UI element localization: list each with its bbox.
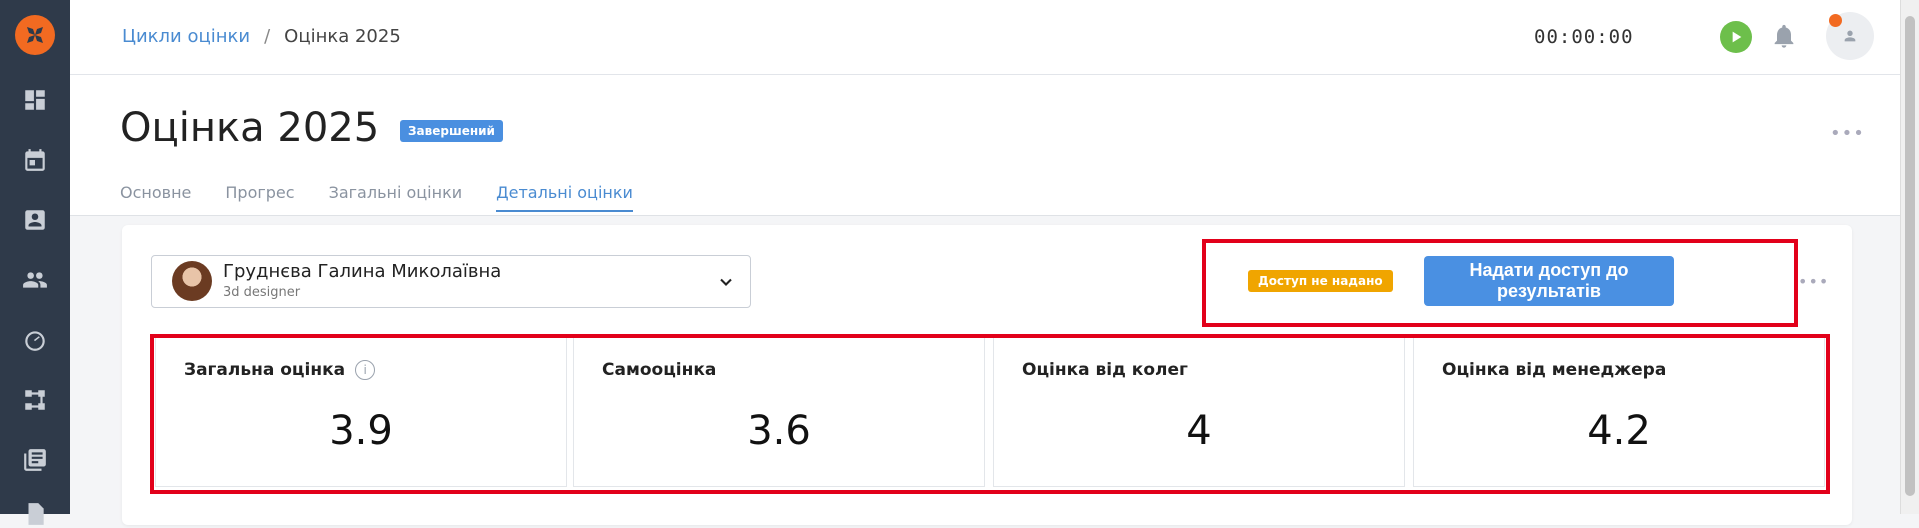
employee-avatar <box>172 261 212 301</box>
tab-basic[interactable]: Основне <box>120 183 191 212</box>
score-value: 3.6 <box>747 408 811 454</box>
status-badge: Завершений <box>400 120 503 142</box>
document-icon[interactable] <box>21 500 49 528</box>
gauge-icon[interactable] <box>21 326 49 354</box>
dashboard-icon[interactable] <box>21 86 49 114</box>
time-tracker: 00:00:00 <box>1534 26 1634 48</box>
people-icon[interactable] <box>21 266 49 294</box>
notifications-button[interactable] <box>1770 22 1798 50</box>
score-value: 3.9 <box>329 408 393 454</box>
score-label-text: Загальна оцінка <box>184 360 346 380</box>
tab-detailed-scores[interactable]: Детальні оцінки <box>496 183 633 212</box>
notification-dot <box>1829 14 1842 27</box>
score-peers: Оцінка від колег 4 <box>993 337 1405 487</box>
app-logo[interactable] <box>15 15 55 55</box>
breadcrumb: Цикли оцінки / Оцінка 2025 <box>122 26 401 47</box>
card-more-options-icon[interactable]: ••• <box>1798 272 1829 291</box>
tab-progress[interactable]: Прогрес <box>225 183 294 212</box>
employee-name: Груднєва Галина Миколаївна <box>223 261 502 282</box>
scrollbar[interactable] <box>1900 0 1919 514</box>
library-icon[interactable] <box>21 446 49 474</box>
chevron-down-icon <box>720 278 732 286</box>
page-title: Оцінка 2025 <box>120 105 380 151</box>
workflow-icon[interactable] <box>21 386 49 414</box>
scrollbar-thumb[interactable] <box>1905 16 1915 496</box>
score-self: Самооцінка 3.6 <box>573 337 985 487</box>
play-icon <box>1732 31 1742 43</box>
access-status-badge: Доступ не надано <box>1248 270 1393 292</box>
sidebar <box>0 0 70 525</box>
grant-access-button[interactable]: Надати доступ до результатів <box>1424 256 1674 306</box>
breadcrumb-separator: / <box>264 26 271 47</box>
score-manager: Оцінка від менеджера 4.2 <box>1413 337 1825 487</box>
score-label: Оцінка від менеджера <box>1442 360 1667 380</box>
score-label: Оцінка від колег <box>1022 360 1188 380</box>
score-label: Загальна оцінка i <box>184 360 376 380</box>
score-label: Самооцінка <box>602 360 717 380</box>
calendar-icon[interactable] <box>21 146 49 174</box>
breadcrumb-link[interactable]: Цикли оцінки <box>122 26 250 47</box>
tab-bar: Основне Прогрес Загальні оцінки Детальні… <box>120 183 633 212</box>
tab-overall-scores[interactable]: Загальні оцінки <box>329 183 463 212</box>
score-value: 4 <box>1186 408 1212 454</box>
employee-role: 3d designer <box>223 285 301 300</box>
more-options-icon[interactable]: ••• <box>1830 123 1865 144</box>
start-timer-button[interactable] <box>1720 21 1752 53</box>
employee-select[interactable]: Груднєва Галина Миколаївна 3d designer <box>151 255 751 308</box>
info-icon[interactable]: i <box>355 360 376 380</box>
bell-icon <box>1774 24 1794 48</box>
page-header: Оцінка 2025 Завершений ••• Основне Прогр… <box>70 75 1901 216</box>
score-overall: Загальна оцінка i 3.9 <box>155 337 567 487</box>
breadcrumb-current: Оцінка 2025 <box>284 26 401 47</box>
user-icon <box>1844 30 1856 42</box>
contact-card-icon[interactable] <box>21 206 49 234</box>
score-value: 4.2 <box>1587 408 1651 454</box>
